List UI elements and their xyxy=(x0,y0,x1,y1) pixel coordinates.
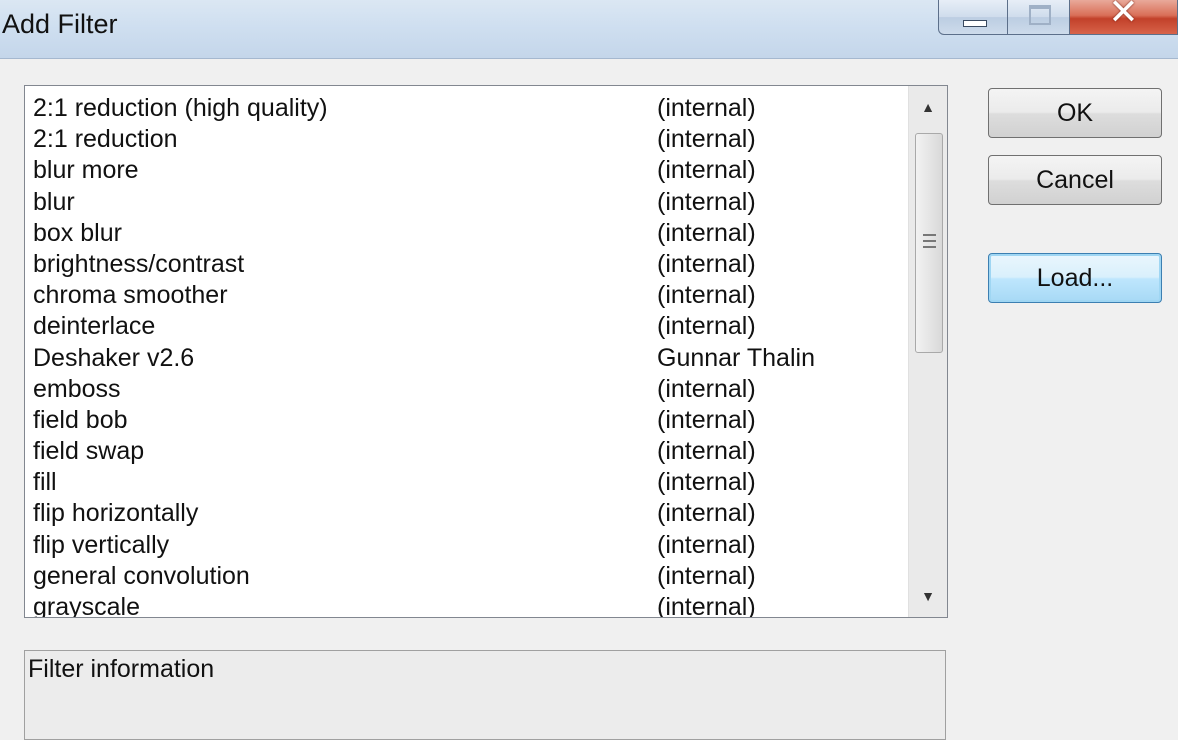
list-item[interactable]: brightness/contrast (internal) xyxy=(25,247,905,278)
window-title: Add Filter xyxy=(2,9,118,39)
close-icon: ✕ xyxy=(1108,0,1139,33)
filter-information-label: Filter information xyxy=(28,655,215,683)
filter-author: (internal) xyxy=(657,499,756,528)
minimize-button[interactable] xyxy=(938,0,1008,35)
list-item[interactable]: Deshaker v2.6 Gunnar Thalin xyxy=(25,341,905,372)
filter-information-panel: Filter information xyxy=(24,650,946,740)
scroll-thumb[interactable] xyxy=(915,133,943,353)
filter-name: field swap xyxy=(33,437,145,466)
filter-author: (internal) xyxy=(657,156,756,185)
list-item[interactable]: 2:1 reduction (high quality) (internal) xyxy=(25,91,905,122)
filter-author: (internal) xyxy=(657,94,756,122)
scroll-down-arrow-icon: ▼ xyxy=(921,588,935,604)
list-item[interactable]: deinterlace (internal) xyxy=(25,309,905,340)
filter-author: (internal) xyxy=(657,249,756,278)
filter-name: deinterlace xyxy=(33,312,156,341)
list-item[interactable]: flip vertically (internal) xyxy=(25,528,905,559)
filter-author: (internal) xyxy=(657,125,756,154)
filter-name: blur xyxy=(33,187,75,216)
close-button[interactable]: ✕ xyxy=(1070,0,1178,35)
filter-author: (internal) xyxy=(657,405,756,434)
scroll-up-arrow-icon: ▲ xyxy=(921,99,935,115)
load-button[interactable]: Load... xyxy=(988,253,1162,303)
filter-author: (internal) xyxy=(657,468,756,497)
maximize-icon xyxy=(1029,5,1051,25)
cancel-button[interactable]: Cancel xyxy=(988,155,1162,205)
filter-author: (internal) xyxy=(657,561,756,590)
filter-name: box blur xyxy=(33,218,122,247)
minimize-icon xyxy=(963,20,987,27)
filter-author: (internal) xyxy=(657,281,756,310)
filter-author: (internal) xyxy=(657,593,756,618)
filter-author: (internal) xyxy=(657,218,756,247)
add-filter-dialog: Add Filter ✕ 2:1 reduction (high quality… xyxy=(0,0,1178,740)
list-item[interactable]: 2:1 reduction (internal) xyxy=(25,122,905,153)
filter-author: (internal) xyxy=(657,530,756,559)
filter-name: flip horizontally xyxy=(33,499,199,528)
maximize-button[interactable] xyxy=(1008,0,1070,35)
grip-icon xyxy=(923,234,936,248)
filter-name: Deshaker v2.6 xyxy=(33,343,195,372)
scroll-up-button[interactable]: ▲ xyxy=(909,86,947,128)
list-item[interactable]: field bob (internal) xyxy=(25,403,905,434)
filter-author: (internal) xyxy=(657,437,756,466)
filter-author: Gunnar Thalin xyxy=(657,343,815,372)
filter-author: (internal) xyxy=(657,312,756,341)
list-item[interactable]: blur more (internal) xyxy=(25,153,905,184)
caption-buttons: ✕ xyxy=(938,0,1178,36)
filter-name: general convolution xyxy=(33,561,250,590)
filter-name: brightness/contrast xyxy=(33,249,245,278)
filter-name: grayscale xyxy=(33,593,140,618)
list-item[interactable]: general convolution (internal) xyxy=(25,559,905,590)
filter-name: field bob xyxy=(33,405,128,434)
filter-name: flip vertically xyxy=(33,530,170,559)
scroll-down-button[interactable]: ▼ xyxy=(909,575,947,617)
list-item[interactable]: flip horizontally (internal) xyxy=(25,496,905,527)
filter-name: 2:1 reduction xyxy=(33,125,178,154)
list-item[interactable]: blur (internal) xyxy=(25,185,905,216)
filter-author: (internal) xyxy=(657,374,756,403)
list-item[interactable]: chroma smoother (internal) xyxy=(25,278,905,309)
filter-list-rows: 2:1 reduction (high quality) (internal) 2:… xyxy=(25,91,905,618)
list-item[interactable]: grayscale (internal) xyxy=(25,590,905,618)
list-item[interactable]: emboss (internal) xyxy=(25,372,905,403)
ok-button[interactable]: OK xyxy=(988,88,1162,138)
list-item[interactable]: field swap (internal) xyxy=(25,434,905,465)
filter-author: (internal) xyxy=(657,187,756,216)
list-scrollbar[interactable]: ▲ ▼ xyxy=(908,86,947,617)
list-item[interactable]: box blur (internal) xyxy=(25,216,905,247)
list-item[interactable]: fill (internal) xyxy=(25,465,905,496)
filter-name: blur more xyxy=(33,156,139,185)
filter-name: 2:1 reduction (high quality) xyxy=(33,94,328,122)
filter-list[interactable]: 2:1 reduction (high quality) (internal) 2:… xyxy=(24,85,948,618)
filter-name: chroma smoother xyxy=(33,281,228,310)
filter-name: emboss xyxy=(33,374,121,403)
filter-name: fill xyxy=(33,468,57,497)
title-bar[interactable]: Add Filter ✕ xyxy=(0,0,1178,59)
